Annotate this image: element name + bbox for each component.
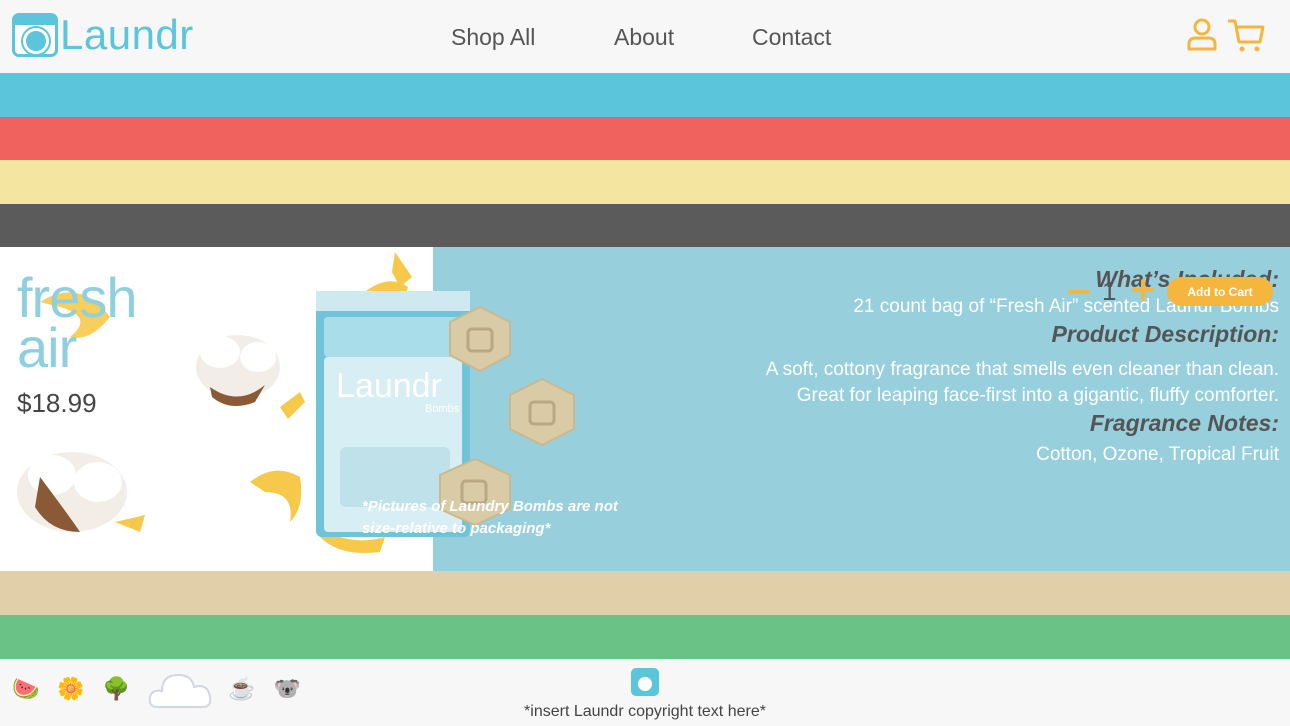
nav-shop-all[interactable]: Shop All [451, 24, 535, 51]
user-icon[interactable] [1186, 18, 1218, 52]
nav-contact[interactable]: Contact [752, 24, 831, 51]
product-name: fresh air [17, 270, 137, 379]
stripe-red [0, 117, 1290, 161]
nav-about[interactable]: About [614, 24, 674, 51]
product-section: Laundr Bombs fresh air $18.99 *Pictures … [0, 247, 1290, 571]
quantity-decrement-button[interactable] [1068, 290, 1090, 294]
cotton-icon [17, 452, 127, 532]
fragrance-heading: Fragrance Notes: [1089, 410, 1279, 436]
cart-icon[interactable] [1228, 18, 1266, 54]
cotton-icon [196, 335, 280, 406]
washing-machine-icon [631, 668, 659, 696]
add-to-cart-button[interactable]: Add to Cart [1167, 277, 1273, 306]
package-note: *Pictures of Laundry Bombs are not size-… [362, 496, 632, 540]
stripe-gray [0, 204, 1290, 247]
copyright-text: *insert Laundr copyright text here* [524, 703, 766, 720]
package-note-text: *Pictures of Laundry Bombs are not size-… [362, 498, 618, 537]
quantity-value[interactable]: 1 [1102, 276, 1116, 307]
svg-text:Bombs: Bombs [425, 403, 460, 415]
washing-machine-icon [12, 13, 58, 57]
site-footer: 🍉 🌼 🌳 ☕ 🐨 *insert Laundr copyright text … [0, 659, 1290, 726]
laundry-bomb [509, 377, 575, 447]
product-price: $18.99 [17, 388, 97, 418]
brand-name: Laundr [60, 11, 194, 58]
stripe-green [0, 615, 1290, 659]
stripe-blue [0, 73, 1290, 117]
page: Laundr Shop All About Contact Laundr Bom… [0, 0, 1290, 726]
quantity-increment-button[interactable] [1132, 279, 1154, 301]
description-text: A soft, cottony fragrance that smells ev… [765, 359, 1279, 406]
stripe-yellow [0, 160, 1290, 204]
fragrance-text: Cotton, Ozone, Tropical Fruit [1036, 444, 1279, 465]
stripe-tan [0, 571, 1290, 615]
description-heading: Product Description: [1051, 321, 1279, 347]
product-name-line2: air [17, 316, 77, 379]
brand-logo[interactable]: Laundr [12, 13, 194, 57]
site-header: Laundr Shop All About Contact [0, 0, 1290, 73]
svg-text:Laundr: Laundr [336, 367, 442, 405]
